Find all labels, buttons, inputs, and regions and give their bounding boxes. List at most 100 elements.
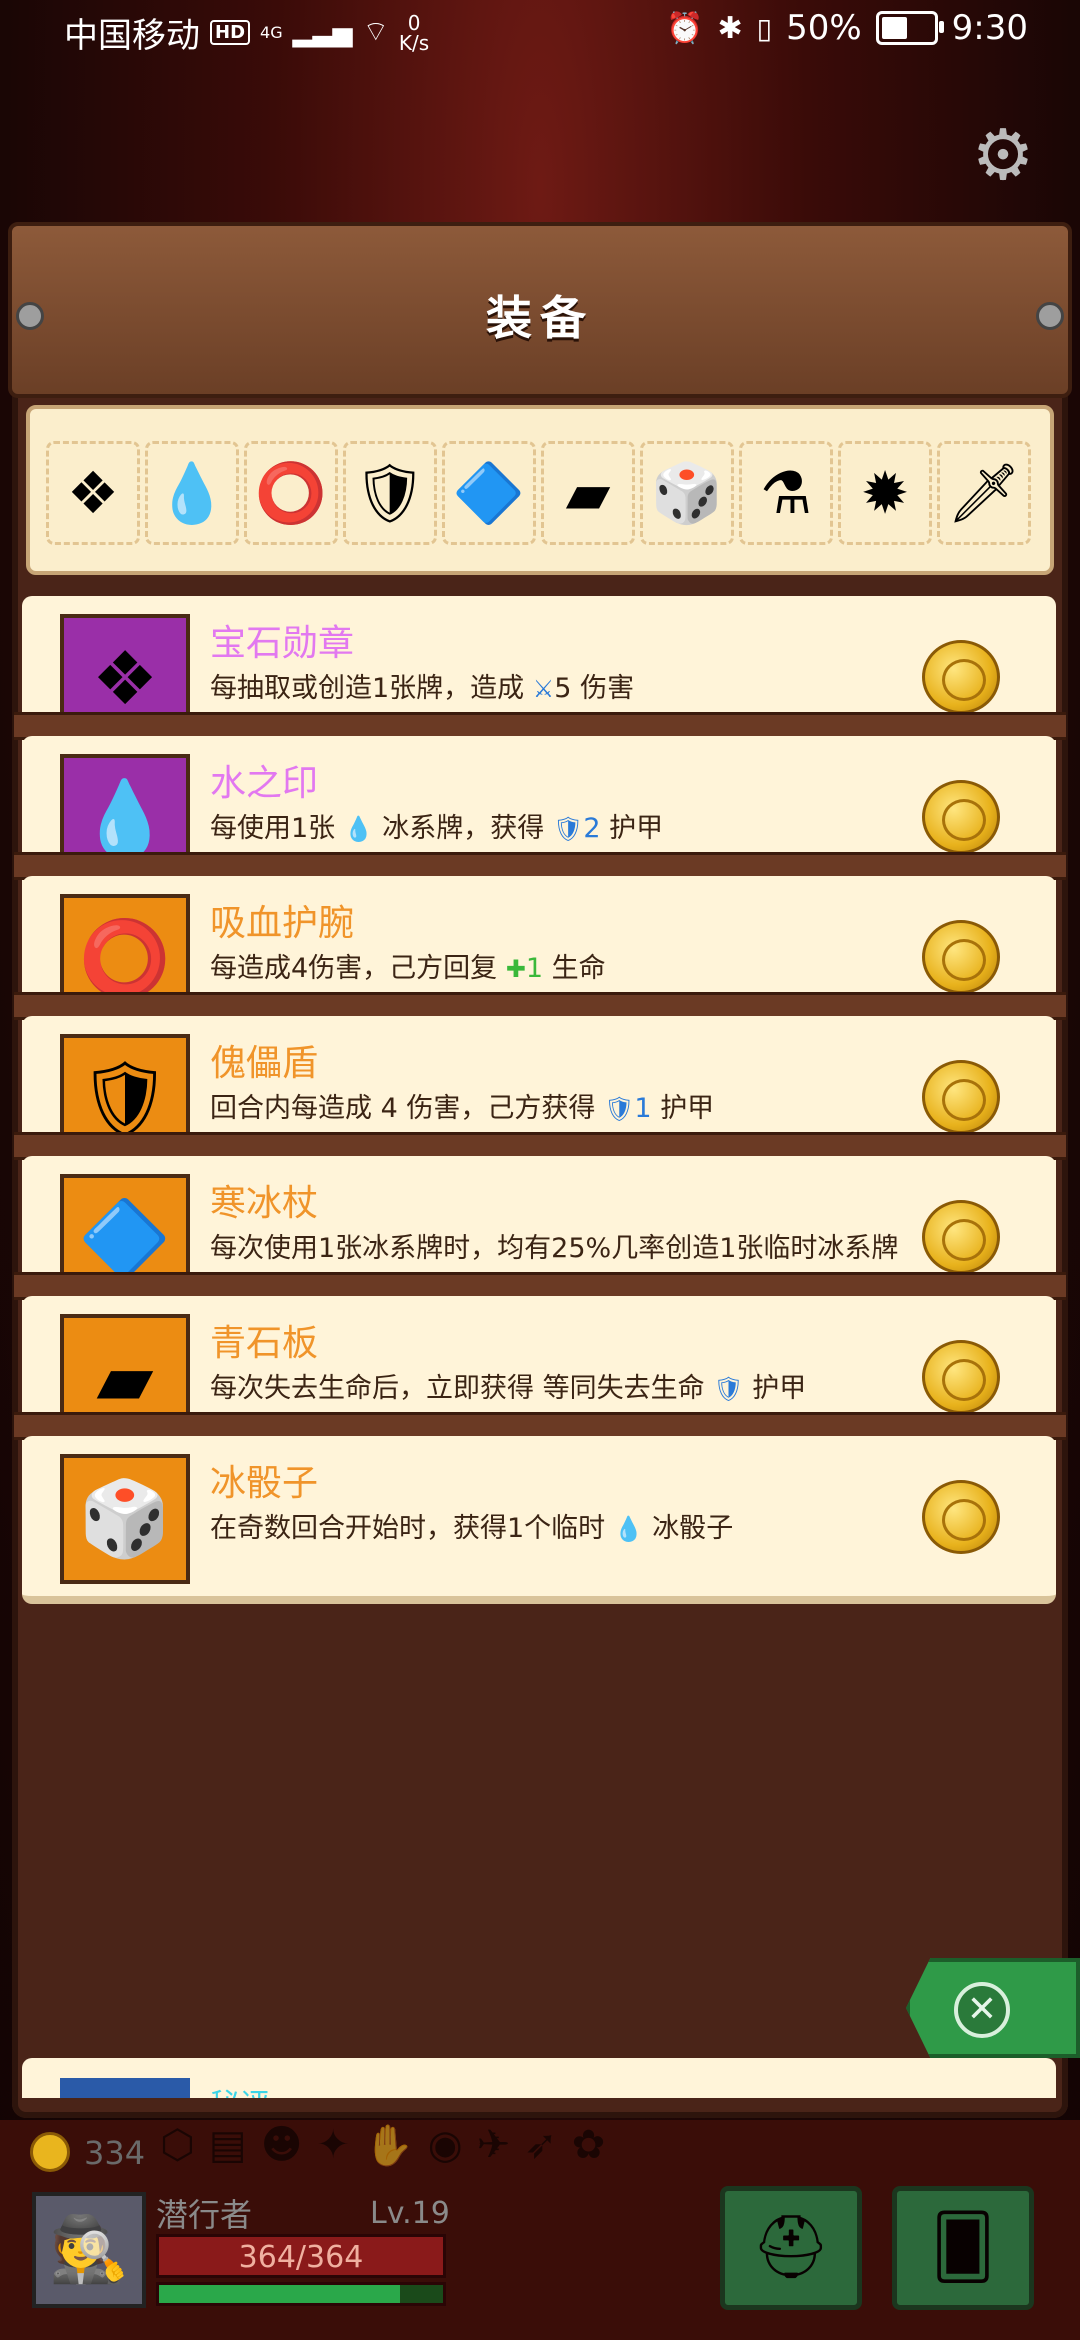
player-portrait[interactable]: 🕵 (32, 2192, 146, 2308)
signal-icon: ▂▃▅ (292, 17, 353, 48)
page-title: 装备 (486, 291, 594, 345)
item-description: 在奇数回合开始时，获得1个临时 💧 冰骰子 (210, 1512, 930, 1546)
effect-icon: 💧 (343, 815, 374, 843)
deck-menu-button[interactable]: 🂠 (892, 2186, 1034, 2310)
effect-icon: ⚔ (532, 675, 555, 703)
item-description: 回合内每造成 4 伤害，己方获得 🛡1 护甲 (210, 1092, 930, 1126)
relic-badge-icon: ⬡ (160, 2122, 195, 2168)
item-title: 寒冰杖 (210, 1183, 319, 1224)
item-description: 每次失去生命后，立即获得 等同失去生命 🛡 护甲 (210, 1372, 930, 1406)
gem-medal-icon[interactable]: ❖ (46, 441, 140, 545)
carrier-name: 中国移动 (64, 16, 200, 56)
network-type: 4G (260, 23, 283, 42)
puppet-shield-icon[interactable]: 🛡 (343, 441, 437, 545)
effect-icon: ✚ (505, 955, 526, 983)
gold-coin-icon[interactable] (922, 920, 1000, 994)
desc-text: 冰骰子 (652, 1513, 734, 1544)
item-description: 每使用1张 💧 冰系牌，获得 🛡2 护甲 (210, 812, 930, 846)
gold-coin-icon[interactable] (922, 640, 1000, 714)
desc-text: 生命 (551, 953, 606, 984)
desc-text: 每次失去生命后，立即获得 等同失去生命 (210, 1373, 705, 1404)
item-title: 吸血护腕 (210, 903, 355, 944)
item-title: 冰骰子 (210, 1463, 319, 1504)
green-slate-icon[interactable]: ▰ (541, 441, 635, 545)
desc-text: 冰系牌，获得 (382, 813, 545, 844)
list-item-partial[interactable]: 秘评 (22, 2058, 1056, 2098)
red-dagger-icon[interactable]: 🗡 (937, 441, 1031, 545)
wifi-icon: ⌔ (362, 15, 389, 48)
status-bar: 中国移动 HD 4G ▂▃▅ ⌔ 0 K/s ⏰ ✱ ▯ 50% 9:30 (0, 0, 1080, 62)
item-title: 青石板 (210, 1323, 319, 1364)
hp-bar: 364/364 (156, 2234, 446, 2278)
effect-icon: 🛡 (603, 1095, 635, 1123)
desc-text: 护甲 (660, 1093, 715, 1124)
clock-time: 9:30 (951, 8, 1028, 48)
gold-coin-icon[interactable] (922, 1060, 1000, 1134)
item-thumbnail: 🎲 (60, 1454, 190, 1584)
hp-text: 364/364 (238, 2240, 364, 2275)
ice-dice-icon[interactable]: 🎲 (640, 441, 734, 545)
mana-bar-fill (159, 2285, 401, 2303)
desc-text: 每抽取或创造1张牌，造成 (210, 673, 525, 704)
bluetooth-icon: ✱ (717, 10, 743, 46)
desc-text: 每造成4伤害，己方回复 (210, 953, 498, 984)
effect-icon: 💧 (613, 1515, 644, 1543)
player-level: Lv.19 (370, 2196, 450, 2231)
item-title: 宝石勋章 (210, 623, 355, 664)
gold-coin-icon[interactable] (922, 1480, 1000, 1554)
gold-coin-icon[interactable] (922, 780, 1000, 854)
relic-bone-icon: ✦ (316, 2122, 350, 2168)
gold-coin-icon[interactable] (922, 1200, 1000, 1274)
potion-flask-icon[interactable]: ⚗ (739, 441, 833, 545)
battery-percent: 50% (786, 8, 862, 48)
item-description: 每抽取或创造1张牌，造成 ⚔5 伤害 (210, 672, 930, 706)
alarm-icon: ⏰ (666, 10, 704, 46)
gold-coin-icon[interactable] (922, 1340, 1000, 1414)
header-board: 装备 (8, 222, 1072, 398)
gold-coin-icon (30, 2132, 70, 2172)
equipment-icon-strip: ❖ 💧 ⭕ 🛡 🔷 ▰ 🎲 ⚗ ✹ 🗡 (26, 405, 1054, 575)
relic-glove-icon: ✋ (363, 2123, 414, 2169)
item-title: 水之印 (210, 763, 319, 804)
player-name: 潜行者 (156, 2196, 253, 2234)
relic-scroll-icon: ▤ (208, 2122, 247, 2168)
vibrate-icon: ▯ (756, 11, 773, 45)
spiked-bracelet-icon[interactable]: ⭕ (244, 441, 338, 545)
item-title: 秘评 (210, 2080, 270, 2098)
hd-icon: HD (210, 20, 251, 45)
relic-flower-icon: ✿ (571, 2122, 606, 2168)
item-thumbnail (60, 2078, 190, 2098)
spiked-ball-icon[interactable]: ✹ (838, 441, 932, 545)
effect-value: 1 (634, 1093, 652, 1124)
desc-text: 护甲 (752, 1373, 807, 1404)
relic-bird2-icon: ➶ (524, 2122, 558, 2168)
item-description: 每次使用1张冰系牌时，均有25%几率创造1张临时冰系牌 (210, 1232, 930, 1266)
gold-count: 334 (84, 2134, 146, 2172)
nail-right-icon (1036, 302, 1064, 330)
list-item[interactable]: 🎲 冰骰子 在奇数回合开始时，获得1个临时 💧 冰骰子 (22, 1436, 1056, 1604)
battery-icon (875, 11, 944, 45)
armor-icon: 🛡 (552, 815, 584, 843)
effect-value: 1 (525, 953, 544, 984)
desc-text: 护甲 (609, 813, 664, 844)
ice-staff-icon[interactable]: 🔷 (442, 441, 536, 545)
relic-eye-icon: ◉ (427, 2122, 463, 2168)
close-button[interactable]: ✕ (954, 1982, 1010, 2038)
desc-text: 在奇数回合开始时，获得1个临时 (210, 1513, 606, 1544)
relic-bird-icon: ✈ (476, 2122, 511, 2168)
water-drop-icon[interactable]: 💧 (145, 441, 239, 545)
effect-value: 5 (554, 673, 572, 704)
desc-text: 每次使用1张冰系牌时，均有25%几率创造1张临时冰系牌 (210, 1233, 899, 1264)
equipment-menu-button[interactable]: ⛑ (720, 2186, 862, 2310)
relic-bar: ⬡ ▤ ☻ ✦ ✋ ◉ ✈ ➶ ✿ (160, 2122, 605, 2182)
network-speed: 0 K/s (399, 13, 429, 53)
effect-value: 2 (583, 813, 601, 844)
relic-ghost-icon: ☻ (260, 2122, 303, 2168)
item-description: 每造成4伤害，己方回复 ✚1 生命 (210, 952, 930, 986)
settings-gear-icon[interactable]: ⚙ (968, 120, 1038, 190)
effect-icon: 🛡 (713, 1375, 744, 1403)
mana-bar (156, 2282, 446, 2306)
item-title: 傀儡盾 (210, 1043, 319, 1084)
desc-text: 回合内每造成 4 伤害，己方获得 (210, 1093, 596, 1124)
desc-text: 每使用1张 (210, 813, 336, 844)
